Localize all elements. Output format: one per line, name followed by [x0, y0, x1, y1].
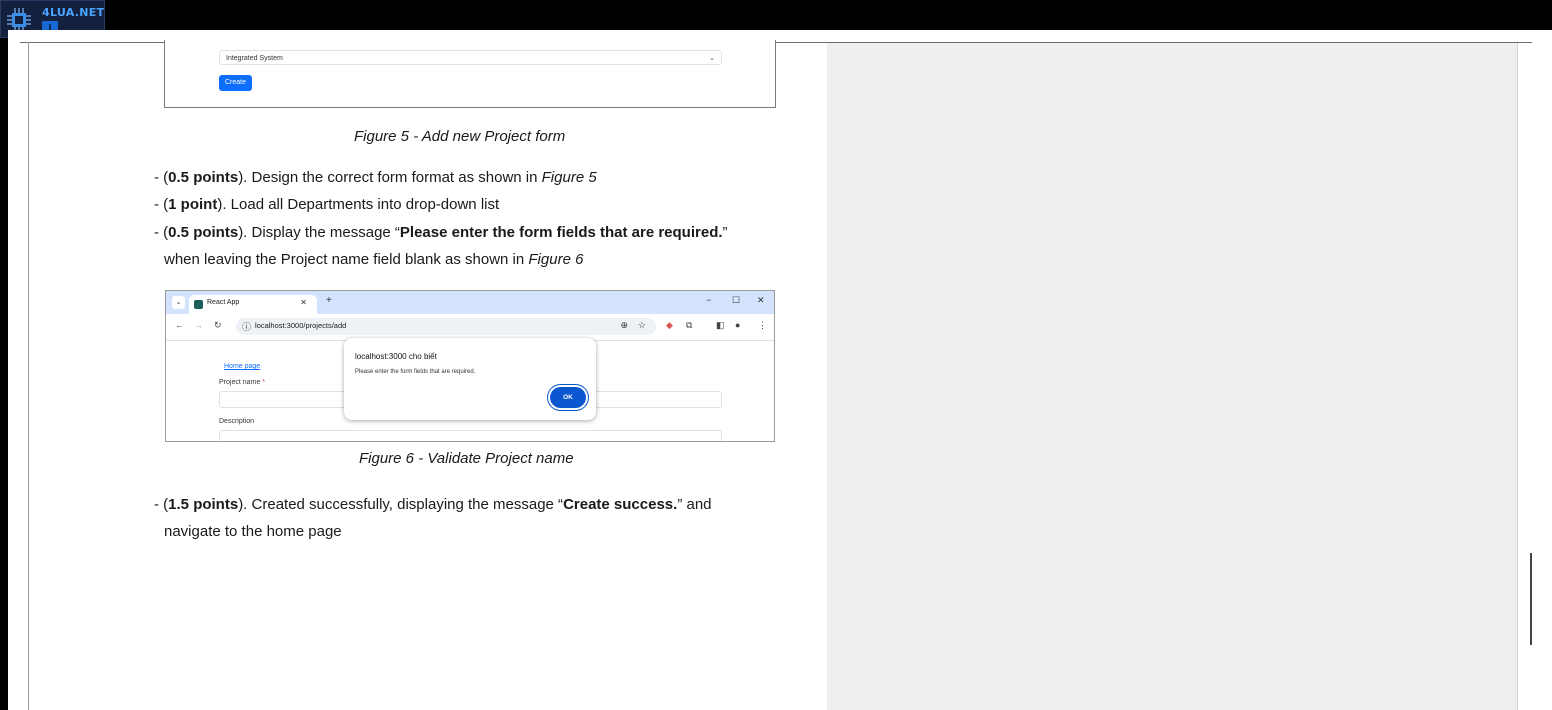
- favicon-icon: [194, 300, 203, 309]
- margin-line: [28, 42, 29, 710]
- new-tab-icon: +: [326, 295, 332, 306]
- ok-button: OK: [550, 387, 586, 408]
- document-viewer: Integrated System ⌄ Create Figure 5 - Ad…: [8, 30, 1552, 710]
- menu-dots-icon: ⋮: [758, 320, 767, 330]
- reload-icon: ↻: [214, 320, 222, 330]
- zoom-icon: ⊕: [620, 320, 628, 330]
- back-icon: ←: [175, 320, 184, 330]
- select-value: Integrated System: [226, 55, 283, 62]
- browser-tab-bar: ⌄ React App ✕ + − ☐ ✕: [166, 291, 774, 314]
- close-window-icon: ✕: [757, 295, 765, 305]
- figure5-caption: Figure 5 - Add new Project form: [354, 128, 566, 145]
- description-input: [219, 430, 722, 441]
- home-page-link: Home page: [224, 363, 261, 370]
- requirement-line-6: navigate to the home page: [164, 523, 342, 540]
- requirement-line-5: - (1.5 points). Created successfully, di…: [154, 496, 712, 513]
- tab-search-icon: ⌄: [172, 296, 185, 309]
- requirement-line-3: - (0.5 points). Display the message “Ple…: [154, 224, 728, 241]
- url-text: localhost:3000/projects/add: [255, 321, 347, 330]
- maximize-icon: ☐: [732, 295, 741, 305]
- browser-toolbar: ← → ↻ ⓘ localhost:3000/projects/add ⊕ ☆ …: [166, 314, 774, 341]
- requirement-line-1: - (0.5 points). Design the correct form …: [154, 169, 597, 186]
- viewer-background: [827, 43, 1518, 710]
- puzzle-icon: ⧉: [686, 320, 693, 330]
- tab-title: React App: [207, 299, 240, 306]
- create-button: Create: [219, 75, 252, 91]
- chevron-down-icon: ⌄: [709, 55, 715, 62]
- scrollbar-thumb[interactable]: [1530, 553, 1532, 645]
- dialog-title: localhost:3000 cho biết: [355, 352, 437, 361]
- description-label: Description: [219, 418, 255, 425]
- extension-icon: ◆: [666, 320, 673, 330]
- sidepanel-icon: ◧: [716, 320, 725, 330]
- figure5-screenshot: Integrated System ⌄ Create: [164, 40, 776, 108]
- scrollbar-track[interactable]: [1517, 43, 1552, 710]
- bookmark-star-icon: ☆: [637, 320, 646, 330]
- profile-avatar-icon: ●: [735, 320, 741, 330]
- document-page: Integrated System ⌄ Create Figure 5 - Ad…: [36, 40, 827, 710]
- logo-text: 4LUA.NET: [42, 6, 105, 19]
- minimize-icon: −: [706, 295, 712, 305]
- figure6-screenshot: ⌄ React App ✕ + − ☐ ✕ ← → ↻ ⓘ localhost:…: [165, 290, 775, 442]
- project-name-label: Project name *: [219, 379, 265, 386]
- requirement-line-4: when leaving the Project name field blan…: [164, 251, 584, 268]
- close-tab-icon: ✕: [300, 298, 307, 307]
- site-info-icon: ⓘ: [242, 322, 252, 332]
- figure6-caption: Figure 6 - Validate Project name: [359, 450, 574, 467]
- alert-dialog: localhost:3000 cho biết Please enter the…: [344, 338, 596, 420]
- department-select: Integrated System ⌄: [219, 50, 722, 65]
- browser-tab: React App ✕: [189, 295, 317, 314]
- address-bar: ⓘ localhost:3000/projects/add ⊕ ☆: [236, 318, 656, 335]
- forward-icon: →: [194, 320, 203, 330]
- requirement-line-2: - (1 point). Load all Departments into d…: [154, 196, 500, 213]
- dialog-message: Please enter the form fields that are re…: [355, 369, 476, 375]
